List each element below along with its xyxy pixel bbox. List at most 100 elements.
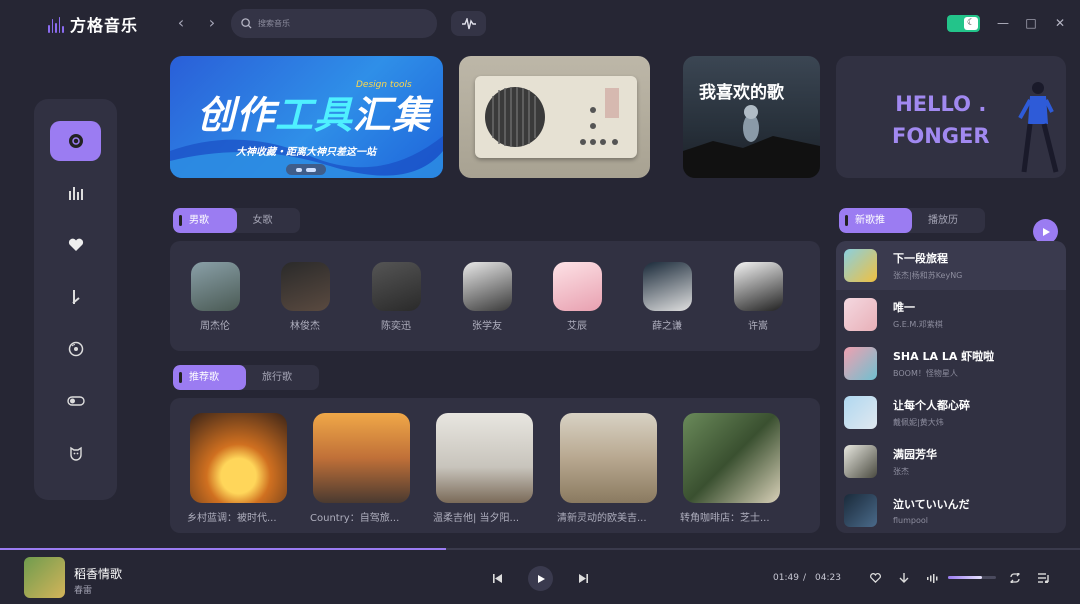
app-title: 方格音乐 bbox=[70, 16, 139, 35]
sidebar-item-settings[interactable] bbox=[50, 381, 101, 421]
queue-icon bbox=[1038, 573, 1049, 583]
disc-icon bbox=[68, 134, 83, 148]
playlist-card[interactable]: 转角咖啡店：芝士... bbox=[680, 413, 780, 524]
singer-card[interactable]: 林俊杰 bbox=[275, 262, 335, 332]
toggle-icon bbox=[66, 396, 85, 406]
song-item[interactable]: 满园芳华 张杰 bbox=[836, 437, 1066, 486]
song-list-tabs: 新歌推荐 播放历史 bbox=[839, 208, 985, 233]
singers-panel: 周杰伦 林俊杰 陈奕迅 张学友 艾辰 薛之谦 许嵩 bbox=[170, 241, 820, 351]
singer-card[interactable]: 艾辰 bbox=[547, 262, 607, 332]
singer-card[interactable]: 陈奕迅 bbox=[366, 262, 426, 332]
banner-favorite-songs[interactable]: 我喜欢的歌 bbox=[683, 56, 820, 178]
volume-icon bbox=[926, 573, 937, 583]
banner-design-tools[interactable]: 创作工具汇集 Design tools 大神收藏・距离大神只差这一站 bbox=[170, 56, 443, 178]
like-button[interactable] bbox=[865, 568, 885, 588]
play-pause-button[interactable] bbox=[528, 566, 553, 591]
theme-toggle[interactable]: ☾ bbox=[947, 15, 980, 32]
back-icon[interactable]: ‹ bbox=[172, 14, 190, 32]
playlist-card[interactable]: 乡村蓝调：被时代... bbox=[187, 413, 287, 524]
sidebar-item-discover[interactable] bbox=[50, 121, 101, 161]
search-bar[interactable] bbox=[231, 9, 437, 38]
playlist-cover bbox=[436, 413, 533, 503]
singer-avatar bbox=[371, 262, 421, 311]
sidebar bbox=[34, 99, 117, 500]
playlist-cover bbox=[683, 413, 780, 503]
song-cover bbox=[844, 494, 877, 527]
banner-hello-fonger[interactable]: HELLO . FONGER bbox=[836, 56, 1066, 178]
song-cover bbox=[844, 249, 877, 282]
sidebar-item-albums[interactable] bbox=[50, 329, 101, 369]
song-item[interactable]: 泣いていいんだ flumpool bbox=[836, 486, 1066, 533]
singer-avatar bbox=[642, 262, 692, 311]
face-icon bbox=[69, 446, 82, 461]
waveform-icon bbox=[461, 17, 476, 29]
singer-avatar bbox=[552, 262, 602, 311]
tab-recommended-playlists[interactable]: 推荐歌单 bbox=[173, 365, 246, 390]
singer-card[interactable]: 薛之谦 bbox=[637, 262, 697, 332]
repeat-button[interactable] bbox=[1005, 568, 1025, 588]
banner-hello-text: HELLO . FONGER bbox=[892, 92, 990, 148]
forward-icon[interactable]: › bbox=[203, 14, 221, 32]
playlist-cover bbox=[190, 413, 287, 503]
banner-subtitle-en: Design tools bbox=[356, 80, 412, 90]
sidebar-item-profile[interactable] bbox=[50, 433, 101, 473]
next-icon bbox=[578, 573, 588, 583]
heart-icon bbox=[68, 238, 83, 251]
search-input[interactable] bbox=[258, 19, 418, 28]
singer-card[interactable]: 张学友 bbox=[457, 262, 517, 332]
next-button[interactable] bbox=[573, 568, 593, 588]
previous-icon bbox=[492, 573, 502, 583]
logo-icon bbox=[48, 15, 64, 33]
singer-tabs: 男歌手 女歌手 bbox=[173, 208, 300, 233]
now-playing-cover[interactable] bbox=[24, 557, 65, 598]
bar-chart-icon bbox=[68, 187, 83, 200]
singer-card[interactable]: 周杰伦 bbox=[185, 262, 245, 332]
singer-card[interactable]: 许嵩 bbox=[728, 262, 788, 332]
heart-outline-icon bbox=[869, 573, 881, 583]
playlist-cover bbox=[560, 413, 657, 503]
download-button[interactable] bbox=[894, 568, 914, 588]
tab-new-songs[interactable]: 新歌推荐 bbox=[839, 208, 912, 233]
walking-man-illustration bbox=[1018, 82, 1059, 173]
song-cover bbox=[844, 298, 877, 331]
banner-radio[interactable] bbox=[459, 56, 650, 178]
tab-female-singers[interactable]: 女歌手 bbox=[237, 208, 301, 233]
voice-search-button[interactable] bbox=[451, 11, 486, 36]
previous-button[interactable] bbox=[487, 568, 507, 588]
download-icon bbox=[899, 572, 909, 583]
tab-travel-playlists[interactable]: 旅行歌单 bbox=[246, 365, 319, 390]
maximize-icon[interactable]: □ bbox=[1023, 15, 1039, 31]
carousel-dots[interactable] bbox=[286, 164, 326, 175]
sidebar-item-music[interactable] bbox=[50, 277, 101, 317]
singer-avatar bbox=[733, 262, 783, 311]
singer-avatar bbox=[190, 262, 240, 311]
tab-play-history[interactable]: 播放历史 bbox=[912, 208, 985, 233]
song-item[interactable]: 让每个人都心碎 戴佩妮|黄大炜 bbox=[836, 388, 1066, 437]
song-item[interactable]: 唯一 G.E.M.邓紫棋 bbox=[836, 290, 1066, 339]
moon-icon: ☾ bbox=[964, 17, 978, 30]
playlist-card[interactable]: 温柔吉他| 当夕阳... bbox=[433, 413, 533, 524]
close-icon[interactable]: ✕ bbox=[1052, 15, 1068, 31]
sidebar-item-charts[interactable] bbox=[50, 173, 101, 213]
song-cover bbox=[844, 396, 877, 429]
playlist-card[interactable]: 清新灵动的欧美吉... bbox=[557, 413, 657, 524]
song-item[interactable]: SHA LA LA 虾啦啦 BOOM！怪物星人 bbox=[836, 339, 1066, 388]
banner-favorite-title: 我喜欢的歌 bbox=[699, 83, 784, 103]
song-item[interactable]: 下一段旅程 张杰|杨和苏KeyNG bbox=[836, 241, 1066, 290]
total-time: 04:23 bbox=[815, 573, 841, 583]
radio-image bbox=[475, 76, 637, 158]
playlist-button[interactable] bbox=[1034, 568, 1054, 588]
singer-avatar bbox=[462, 262, 512, 311]
tab-male-singers[interactable]: 男歌手 bbox=[173, 208, 237, 233]
playlist-tabs: 推荐歌单 旅行歌单 bbox=[173, 365, 319, 390]
minimize-icon[interactable]: — bbox=[995, 15, 1011, 31]
sidebar-item-favorites[interactable] bbox=[50, 225, 101, 265]
volume-button[interactable] bbox=[922, 568, 942, 588]
banner-title: 创作工具汇集 bbox=[197, 93, 432, 137]
note-icon bbox=[71, 290, 80, 304]
play-icon bbox=[537, 574, 545, 583]
current-time: 01:49 bbox=[773, 573, 799, 583]
astronaut-image bbox=[683, 105, 820, 178]
playlist-card[interactable]: Country：自驾旅... bbox=[310, 413, 410, 524]
song-cover bbox=[844, 445, 877, 478]
